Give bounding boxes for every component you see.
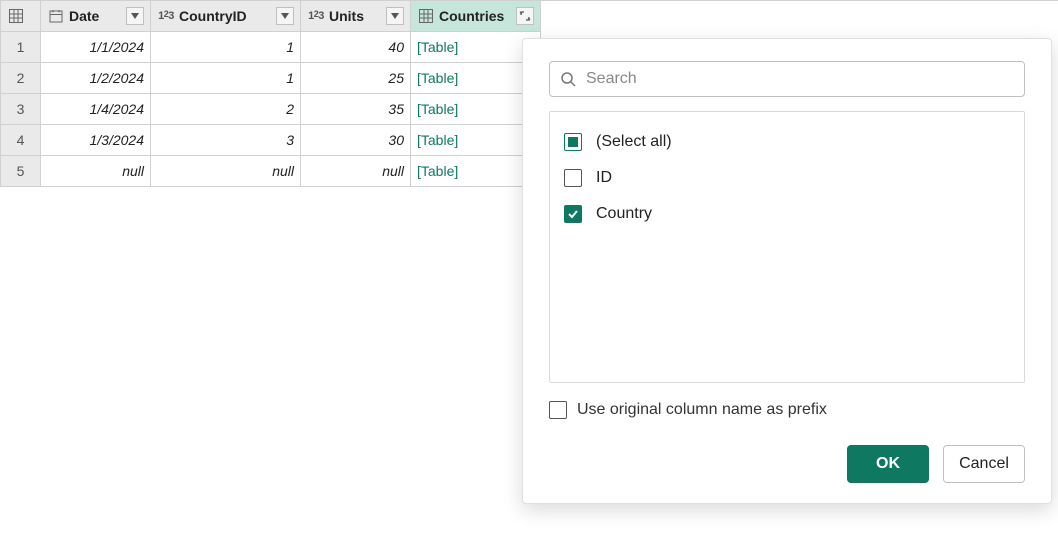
row-number[interactable]: 1 <box>1 32 41 63</box>
search-input[interactable] <box>584 69 1014 89</box>
option-label: (Select all) <box>596 133 672 151</box>
column-header-units[interactable]: 123 Units <box>301 1 411 32</box>
checkbox-checked[interactable] <box>564 205 582 223</box>
filter-dropdown[interactable] <box>276 7 294 25</box>
row-number[interactable]: 3 <box>1 94 41 125</box>
column-header-date[interactable]: Date <box>41 1 151 32</box>
cell-units[interactable]: null <box>301 156 411 187</box>
cell-units[interactable]: 35 <box>301 94 411 125</box>
ok-button[interactable]: OK <box>847 445 929 483</box>
search-icon <box>560 71 576 87</box>
cell-date[interactable]: 1/4/2024 <box>41 94 151 125</box>
column-header-countries[interactable]: Countries <box>411 1 541 32</box>
cell-countryid[interactable]: 1 <box>151 63 301 94</box>
filter-dropdown[interactable] <box>126 7 144 25</box>
row-number[interactable]: 4 <box>1 125 41 156</box>
expand-columns-panel: (Select all) ID Country Use original col… <box>522 38 1052 504</box>
number-type-icon: 123 <box>307 7 325 25</box>
cell-units[interactable]: 25 <box>301 63 411 94</box>
column-header-countryid[interactable]: 123 CountryID <box>151 1 301 32</box>
search-field[interactable] <box>549 61 1025 97</box>
column-label: Countries <box>439 8 512 24</box>
table-icon <box>7 7 25 25</box>
number-type-icon: 123 <box>157 7 175 25</box>
row-number[interactable]: 2 <box>1 63 41 94</box>
checkbox-indeterminate[interactable] <box>564 133 582 151</box>
cell-date[interactable]: 1/1/2024 <box>41 32 151 63</box>
table-icon <box>417 7 435 25</box>
cell-date[interactable]: null <box>41 156 151 187</box>
checkbox-unchecked[interactable] <box>564 169 582 187</box>
cell-date[interactable]: 1/3/2024 <box>41 125 151 156</box>
row-number[interactable]: 5 <box>1 156 41 187</box>
cell-units[interactable]: 30 <box>301 125 411 156</box>
prefix-option[interactable]: Use original column name as prefix <box>549 401 1025 419</box>
expand-button[interactable] <box>516 7 534 25</box>
cell-countryid[interactable]: 1 <box>151 32 301 63</box>
calendar-icon <box>47 7 65 25</box>
filter-dropdown[interactable] <box>386 7 404 25</box>
prefix-label: Use original column name as prefix <box>577 401 827 419</box>
button-row: OK Cancel <box>549 445 1025 483</box>
column-label: Date <box>69 8 122 24</box>
option-id[interactable]: ID <box>564 160 1010 196</box>
row-header-corner[interactable] <box>1 1 41 32</box>
checkbox-unchecked[interactable] <box>549 401 567 419</box>
option-label: Country <box>596 205 652 223</box>
column-label: Units <box>329 8 382 24</box>
cancel-button[interactable]: Cancel <box>943 445 1025 483</box>
cell-countryid[interactable]: 3 <box>151 125 301 156</box>
column-list: (Select all) ID Country <box>549 111 1025 383</box>
cell-countryid[interactable]: null <box>151 156 301 187</box>
option-label: ID <box>596 169 612 187</box>
option-country[interactable]: Country <box>564 196 1010 232</box>
cell-countryid[interactable]: 2 <box>151 94 301 125</box>
column-label: CountryID <box>179 8 272 24</box>
cell-date[interactable]: 1/2/2024 <box>41 63 151 94</box>
option-select-all[interactable]: (Select all) <box>564 124 1010 160</box>
cell-units[interactable]: 40 <box>301 32 411 63</box>
